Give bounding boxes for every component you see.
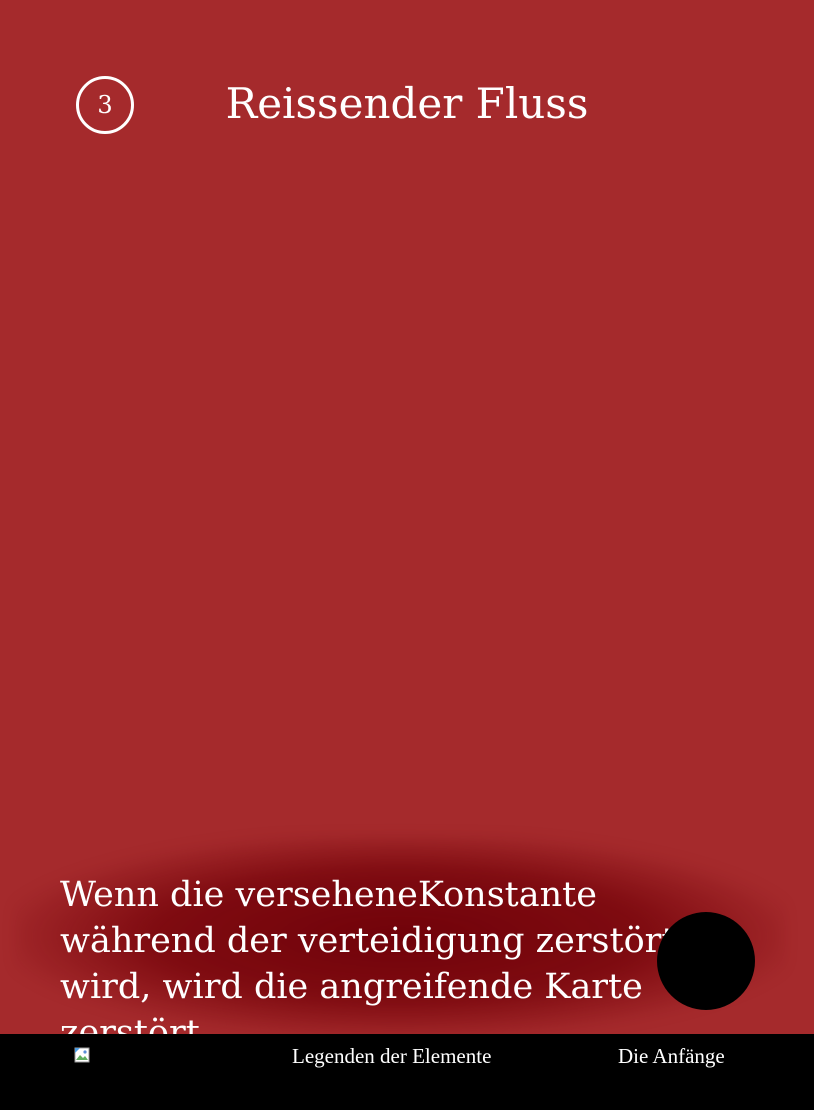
game-card: 3 Reissender Fluss Wenn die verseheneKon… (0, 0, 814, 1110)
card-effect-text: Wenn die verseheneKonstante während der … (60, 875, 676, 1053)
element-orb-icon (657, 912, 755, 1010)
broken-image-icon (74, 1047, 90, 1063)
card-footer: Legenden der Elemente Die Anfänge (0, 1034, 814, 1110)
footer-game-name: Legenden der Elemente (292, 1044, 492, 1068)
footer-set-name: Die Anfänge (618, 1044, 725, 1068)
card-title: Reissender Fluss (225, 79, 589, 128)
